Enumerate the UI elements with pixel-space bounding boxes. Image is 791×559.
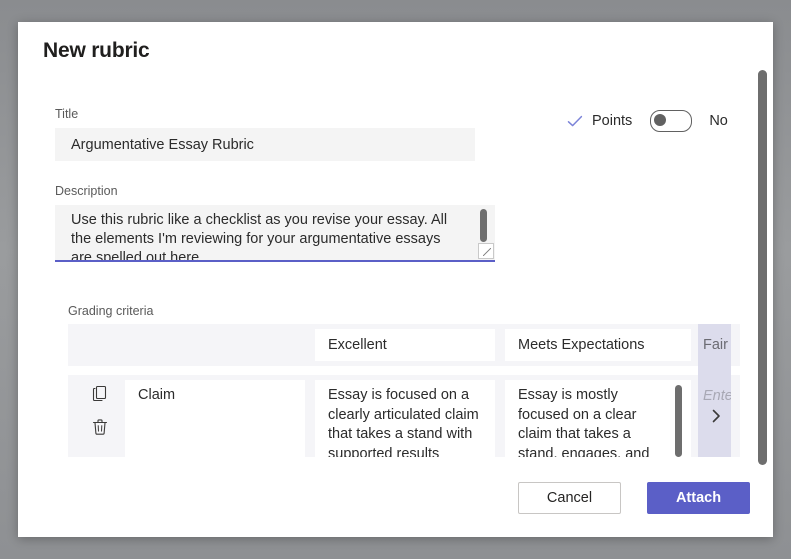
grading-criteria-label: Grading criteria xyxy=(68,304,153,318)
dialog-scrollbar-thumb[interactable] xyxy=(758,70,767,465)
criteria-cell-1[interactable]: Essay is mostly focused on a clear claim… xyxy=(505,380,691,457)
title-field-label: Title xyxy=(55,107,78,121)
dialog-content-scroll-area: New rubric Title Points No Description U… xyxy=(18,22,773,457)
column-name-input-1[interactable] xyxy=(505,329,691,361)
new-rubric-dialog: New rubric Title Points No Description U… xyxy=(18,22,773,537)
page-title: New rubric xyxy=(43,39,150,63)
dialog-footer: Cancel Attach xyxy=(18,457,773,537)
points-label: Points xyxy=(592,113,632,129)
attach-button[interactable]: Attach xyxy=(647,482,750,514)
criterion-name-value: Claim xyxy=(138,386,175,406)
row-toolbar xyxy=(78,383,122,437)
criteria-header-row xyxy=(68,324,740,366)
criterion-name-cell[interactable]: Claim xyxy=(125,380,305,457)
dialog-scrollbar-track[interactable] xyxy=(758,30,767,529)
title-input[interactable] xyxy=(55,128,475,161)
table-row: Claim Essay is focused on a clearly arti… xyxy=(68,375,740,457)
column-name-input-2[interactable]: Fair xyxy=(703,337,728,353)
criteria-cell-0[interactable]: Essay is focused on a clearly articulate… xyxy=(315,380,495,457)
description-textarea[interactable]: Use this rubric like a checklist as you … xyxy=(55,205,495,262)
description-field-label: Description xyxy=(55,184,118,198)
column-name-input-0[interactable] xyxy=(315,329,495,361)
description-scrollbar[interactable] xyxy=(480,209,487,242)
checkmark-icon xyxy=(566,112,584,130)
chevron-right-icon[interactable] xyxy=(708,408,724,424)
trash-icon[interactable] xyxy=(90,417,110,437)
cancel-button[interactable]: Cancel xyxy=(518,482,621,514)
description-resize-handle[interactable] xyxy=(478,243,494,259)
toggle-knob xyxy=(654,114,666,126)
description-value: Use this rubric like a checklist as you … xyxy=(71,211,461,262)
points-toggle-state-label: No xyxy=(709,113,728,129)
grading-criteria-table: Claim Essay is focused on a clearly arti… xyxy=(68,324,740,457)
points-toggle-switch[interactable] xyxy=(650,110,692,132)
points-toggle-row: Points No xyxy=(566,110,728,132)
copy-icon[interactable] xyxy=(90,383,110,403)
criteria-cell-scrollbar[interactable] xyxy=(675,385,682,457)
next-column-peek: Fair Enter... xyxy=(698,324,731,457)
criteria-cell-2-placeholder[interactable]: Enter... xyxy=(703,388,731,404)
criteria-cell-value-0: Essay is focused on a clearly articulate… xyxy=(328,386,495,457)
criteria-cell-value-1: Essay is mostly focused on a clear claim… xyxy=(518,386,668,457)
